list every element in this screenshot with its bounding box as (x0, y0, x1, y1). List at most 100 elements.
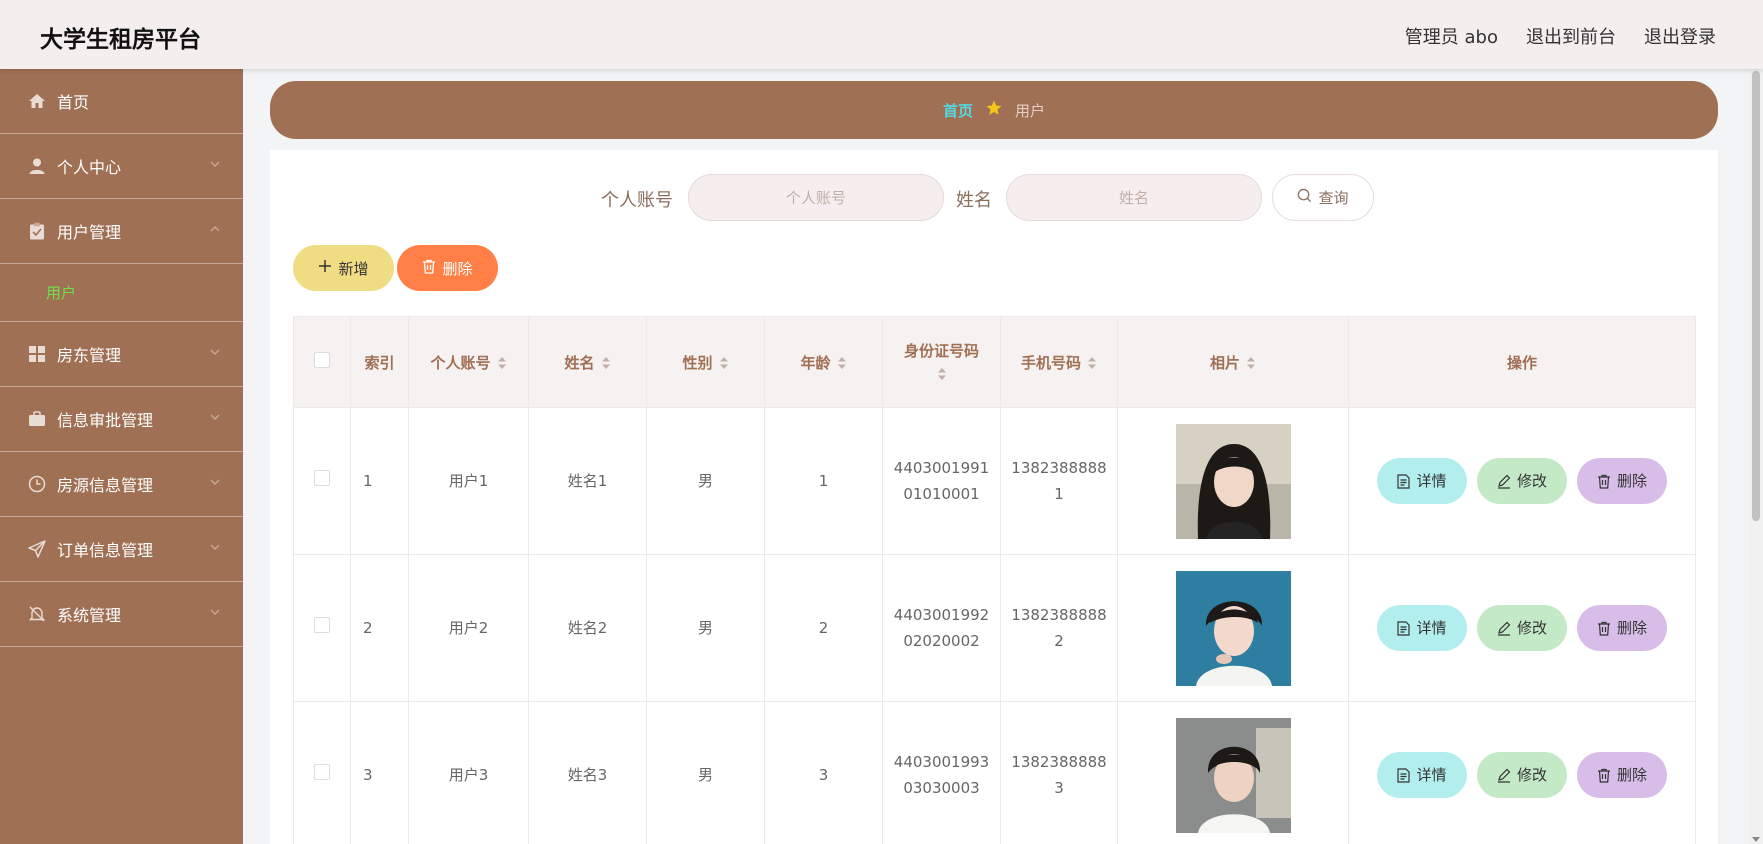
row-ops: 详情 修改 删除 (1349, 752, 1695, 798)
document-icon (1397, 767, 1411, 783)
chevron-down-icon (210, 161, 220, 167)
column-header-age[interactable]: 年龄 (764, 316, 883, 408)
edit-button[interactable]: 修改 (1477, 458, 1567, 504)
row-ops: 详情 修改 删除 (1349, 458, 1695, 504)
chevron-up-icon (210, 226, 220, 232)
edit-button[interactable]: 修改 (1477, 752, 1567, 798)
breadcrumb-home[interactable]: 首页 (943, 100, 973, 121)
document-icon (1397, 473, 1411, 489)
phone-line: 1382388888 (1011, 606, 1107, 624)
cell-operations: 详情 修改 删除 (1348, 554, 1696, 702)
cell-age: 2 (764, 554, 883, 702)
column-header-name[interactable]: 姓名 (528, 316, 647, 408)
column-header-label: 年龄 (800, 353, 831, 372)
chevron-down-icon (210, 479, 220, 485)
edit-icon (1497, 621, 1511, 636)
sidebar-item-listing-management[interactable]: 房源信息管理 (0, 452, 243, 517)
edit-label: 修改 (1516, 472, 1547, 490)
bulk-delete-button[interactable]: 删除 (397, 245, 498, 291)
cell-photo (1117, 554, 1349, 702)
cell-age: 3 (764, 701, 883, 844)
user-photo[interactable] (1175, 570, 1291, 686)
clock-icon (28, 475, 46, 493)
cell-phone: 1382388888 2 (1000, 554, 1118, 702)
sort-icon (837, 357, 846, 369)
row-checkbox[interactable] (314, 764, 330, 780)
cell-id-number: 4403001993 03030003 (882, 701, 1001, 844)
select-all-checkbox[interactable] (314, 352, 330, 368)
sidebar-item-personal-center[interactable]: 个人中心 (0, 134, 243, 199)
detail-button[interactable]: 详情 (1377, 752, 1467, 798)
cell-name: 姓名1 (528, 407, 647, 555)
breadcrumb: 首页 用户 (270, 81, 1718, 139)
sidebar-item-system-management[interactable]: 系统管理 (0, 582, 243, 647)
user-photo[interactable] (1175, 717, 1291, 833)
add-button[interactable]: 新增 (293, 245, 394, 291)
column-header-photo[interactable]: 相片 (1117, 316, 1349, 408)
user-icon (28, 157, 46, 175)
to-front-link[interactable]: 退出到前台 (1526, 23, 1616, 49)
sort-icon (497, 357, 506, 369)
name-search-input[interactable] (1006, 174, 1262, 221)
app-title: 大学生租房平台 (40, 27, 201, 53)
column-header-gender[interactable]: 性别 (646, 316, 765, 408)
query-button[interactable]: 查询 (1272, 174, 1374, 221)
delete-button[interactable]: 删除 (1577, 458, 1667, 504)
detail-label: 详情 (1416, 766, 1447, 784)
row-checkbox[interactable] (314, 617, 330, 633)
sidebar-item-user-management[interactable]: 用户管理 (0, 199, 243, 264)
column-header-phone[interactable]: 手机号码 (1000, 316, 1118, 408)
sidebar-item-home[interactable]: 首页 (0, 69, 243, 134)
column-header-label: 性别 (682, 353, 713, 372)
sidebar-item-order-management[interactable]: 订单信息管理 (0, 517, 243, 582)
send-icon (28, 540, 46, 558)
top-header: 大学生租房平台 管理员 abo 退出到前台 退出登录 (0, 0, 1763, 69)
sort-icon (1247, 357, 1255, 369)
table-row: 1 用户1 姓名1 男 1 4403001991 01010001 1382388… (293, 407, 1696, 555)
delete-button[interactable]: 删除 (1577, 752, 1667, 798)
header-links: 管理员 abo 退出到前台 退出登录 (1405, 23, 1716, 49)
home-icon (28, 92, 46, 110)
sidebar-item-label: 首页 (57, 93, 90, 112)
scrollbar-thumb[interactable] (1752, 71, 1760, 521)
phone-line: 1382388888 (1011, 459, 1107, 477)
row-checkbox[interactable] (314, 470, 330, 486)
sidebar-item-landlord-management[interactable]: 房东管理 (0, 322, 243, 387)
column-header-id-number[interactable]: 身份证号码 (882, 316, 1001, 408)
sidebar-item-label: 个人中心 (57, 158, 122, 177)
phone-line: 3 (1054, 779, 1064, 797)
cell-id-number: 4403001992 02020002 (882, 554, 1001, 702)
admin-label[interactable]: 管理员 abo (1405, 23, 1498, 49)
cell-id-number: 4403001991 01010001 (882, 407, 1001, 555)
table-row: 2 用户2 姓名2 男 2 4403001992 02020002 1382388… (293, 554, 1696, 702)
id-line: 01010001 (903, 485, 980, 503)
vertical-scrollbar[interactable] (1749, 69, 1763, 844)
phone-line: 1382388888 (1011, 753, 1107, 771)
edit-icon (1497, 474, 1511, 489)
edit-button[interactable]: 修改 (1477, 605, 1567, 651)
logout-link[interactable]: 退出登录 (1644, 23, 1716, 49)
edit-label: 修改 (1516, 619, 1547, 637)
sidebar-subitem-user[interactable]: 用户 (0, 264, 243, 322)
account-search-input[interactable] (688, 174, 944, 221)
detail-button[interactable]: 详情 (1377, 458, 1467, 504)
sidebar-item-label: 信息审批管理 (57, 411, 154, 430)
sort-icon (1088, 357, 1096, 369)
cell-photo (1117, 407, 1349, 555)
breadcrumb-current: 用户 (1015, 101, 1046, 120)
chevron-down-icon (210, 414, 220, 420)
column-header-label: 个人账号 (430, 353, 491, 372)
phone-line: 2 (1054, 632, 1064, 650)
cell-name: 姓名3 (528, 701, 647, 844)
briefcase-icon (28, 410, 46, 428)
scroll-down-arrow-icon[interactable] (1752, 837, 1760, 842)
table-row: 3 用户3 姓名3 男 3 4403001993 03030003 1382388… (293, 701, 1696, 844)
sidebar-item-label: 房源信息管理 (57, 476, 154, 495)
detail-button[interactable]: 详情 (1377, 605, 1467, 651)
sidebar-item-approval-management[interactable]: 信息审批管理 (0, 387, 243, 452)
user-photo[interactable] (1175, 423, 1291, 539)
delete-button[interactable]: 删除 (1577, 605, 1667, 651)
select-all-cell (293, 316, 351, 408)
column-header-account[interactable]: 个人账号 (408, 316, 529, 408)
table-header-row: 索引 个人账号 姓名 性别 年龄 身份证号码 手机号码 相片 操作 (293, 316, 1696, 408)
